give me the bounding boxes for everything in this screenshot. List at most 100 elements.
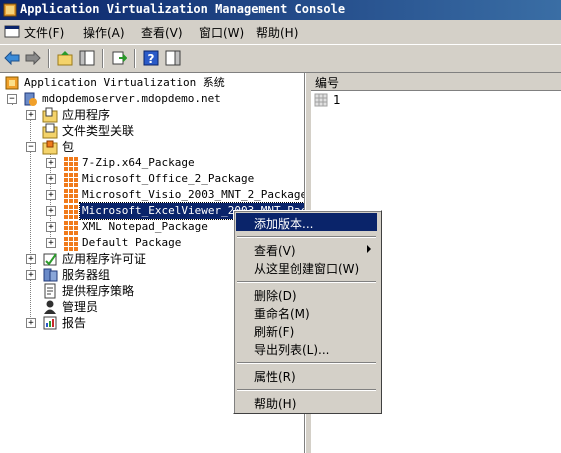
toolbar-separator: [48, 49, 50, 68]
menu-help[interactable]: 帮助(H): [256, 24, 298, 41]
menu-item-new-window[interactable]: 从这里创建窗口(W): [236, 258, 377, 276]
show-action-pane-button[interactable]: [164, 49, 182, 67]
file-types-icon: [42, 123, 58, 139]
administrators-icon: [44, 300, 56, 314]
app-icon: [3, 3, 17, 17]
list-row[interactable]: 1: [313, 92, 553, 108]
expand-icon[interactable]: +: [26, 270, 36, 280]
submenu-arrow-icon: [367, 245, 371, 253]
tree-item-label: 报告: [62, 316, 87, 330]
menu-item-label: 重命名(M): [254, 307, 310, 321]
menu-item-label: 导出列表(L)...: [254, 343, 330, 357]
menu-view[interactable]: 查看(V): [141, 24, 183, 41]
menu-item-refresh[interactable]: 刷新(F): [236, 321, 377, 339]
app-virtualization-icon: [5, 76, 19, 90]
menu-item-add-version[interactable]: 添加版本...: [236, 213, 377, 231]
menu-window[interactable]: 窗口(W): [199, 24, 244, 41]
menu-bar: 文件(F) 操作(A) 查看(V) 窗口(W) 帮助(H): [0, 21, 561, 43]
export-icon: [112, 51, 127, 65]
packages-folder-icon: [42, 140, 58, 155]
menu-item-rename[interactable]: 重命名(M): [236, 303, 377, 321]
expand-icon[interactable]: +: [46, 238, 56, 248]
menu-item-label: 查看(V): [254, 244, 296, 258]
menu-item-label: 属性(R): [254, 370, 296, 384]
expand-icon[interactable]: +: [26, 110, 36, 120]
server-group-icon: [43, 268, 58, 282]
export-list-button[interactable]: [110, 49, 128, 67]
expand-icon[interactable]: +: [46, 206, 56, 216]
collapse-icon[interactable]: −: [7, 94, 17, 104]
menu-separator: [237, 281, 376, 283]
forward-button[interactable]: [24, 49, 42, 67]
expand-icon[interactable]: +: [26, 318, 36, 328]
tree-item-file-types[interactable]: 文件类型关联: [0, 123, 304, 139]
collapse-icon[interactable]: −: [26, 142, 36, 152]
tree-item-applications[interactable]: + 应用程序: [0, 107, 304, 123]
action-pane-icon: [165, 50, 181, 66]
license-icon: [43, 253, 57, 266]
column-header-label: 编号: [315, 76, 340, 90]
server-icon: [24, 92, 37, 106]
menu-item-export-list[interactable]: 导出列表(L)...: [236, 339, 377, 357]
forward-arrow-icon: [25, 51, 41, 65]
version-icon: [314, 93, 328, 107]
console-icon[interactable]: [4, 24, 20, 40]
package-icon: [62, 235, 78, 251]
package-label: Microsoft_Office_2_Package: [82, 172, 255, 185]
menu-action[interactable]: 操作(A): [83, 24, 125, 41]
menu-item-properties[interactable]: 属性(R): [236, 366, 377, 384]
menu-separator: [237, 236, 376, 238]
package-label: 7-Zip.x64_Package: [82, 156, 195, 169]
menu-item-delete[interactable]: 删除(D): [236, 285, 377, 303]
package-icon: [62, 155, 78, 171]
menu-file[interactable]: 文件(F): [24, 24, 64, 41]
help-icon: ?: [143, 50, 159, 66]
menu-item-label: 添加版本...: [254, 217, 314, 231]
show-tree-button[interactable]: [78, 49, 96, 67]
menu-item-view[interactable]: 查看(V): [236, 240, 377, 258]
tree-item-label: 文件类型关联: [62, 124, 135, 138]
package-icon: [62, 219, 78, 235]
tree-item-label: 应用程序许可证: [62, 252, 147, 266]
package-icon: [62, 187, 78, 203]
policy-icon: [44, 283, 56, 299]
expand-icon[interactable]: +: [46, 158, 56, 168]
tree-package-item[interactable]: + 7-Zip.x64_Package: [0, 155, 304, 171]
tree-package-item[interactable]: + Microsoft_Office_2_Package: [0, 171, 304, 187]
help-button[interactable]: ?: [142, 49, 160, 67]
back-arrow-icon: [4, 51, 20, 65]
tree-pane-icon: [79, 50, 95, 66]
menu-item-help[interactable]: 帮助(H): [236, 393, 377, 411]
back-button[interactable]: [3, 49, 21, 67]
toolbar: ?: [0, 44, 561, 73]
applications-folder-icon: [42, 107, 58, 123]
tree-server[interactable]: − mdopdemoserver.mdopdemo.net: [0, 91, 304, 107]
tree-package-item[interactable]: + Microsoft_Visio_2003_MNT_2_Package: [0, 187, 304, 203]
tree-item-label: 提供程序策略: [62, 284, 135, 298]
list-cell-number: 1: [333, 93, 341, 107]
menu-item-label: 从这里创建窗口(W): [254, 262, 360, 276]
window-title: Application Virtualization Management Co…: [20, 2, 346, 16]
reports-icon: [43, 316, 57, 330]
tree-root-label: Application Virtualization 系统: [24, 76, 225, 89]
menu-item-label: 刷新(F): [254, 325, 295, 339]
menu-item-label: 帮助(H): [254, 397, 297, 411]
tree-item-label: 管理员: [62, 300, 99, 314]
context-menu: 添加版本... 查看(V) 从这里创建窗口(W) 删除(D) 重命名(M) 刷新…: [233, 210, 382, 414]
title-bar: Application Virtualization Management Co…: [0, 0, 561, 20]
package-label: XML Notepad_Package: [82, 220, 208, 233]
menu-separator: [237, 362, 376, 364]
tree-item-label: 应用程序: [62, 108, 111, 122]
expand-icon[interactable]: +: [46, 222, 56, 232]
up-level-button[interactable]: [56, 49, 74, 67]
expand-icon[interactable]: +: [46, 190, 56, 200]
tree-item-packages[interactable]: − 包: [0, 139, 304, 155]
tree-root[interactable]: Application Virtualization 系统: [0, 75, 304, 91]
expand-icon[interactable]: +: [46, 174, 56, 184]
expand-icon[interactable]: +: [26, 254, 36, 264]
package-label: Microsoft_Visio_2003_MNT_2_Package: [82, 188, 305, 201]
column-header-number[interactable]: 编号: [311, 73, 561, 91]
package-icon: [62, 171, 78, 187]
menu-separator: [237, 389, 376, 391]
folder-up-icon: [57, 51, 73, 66]
